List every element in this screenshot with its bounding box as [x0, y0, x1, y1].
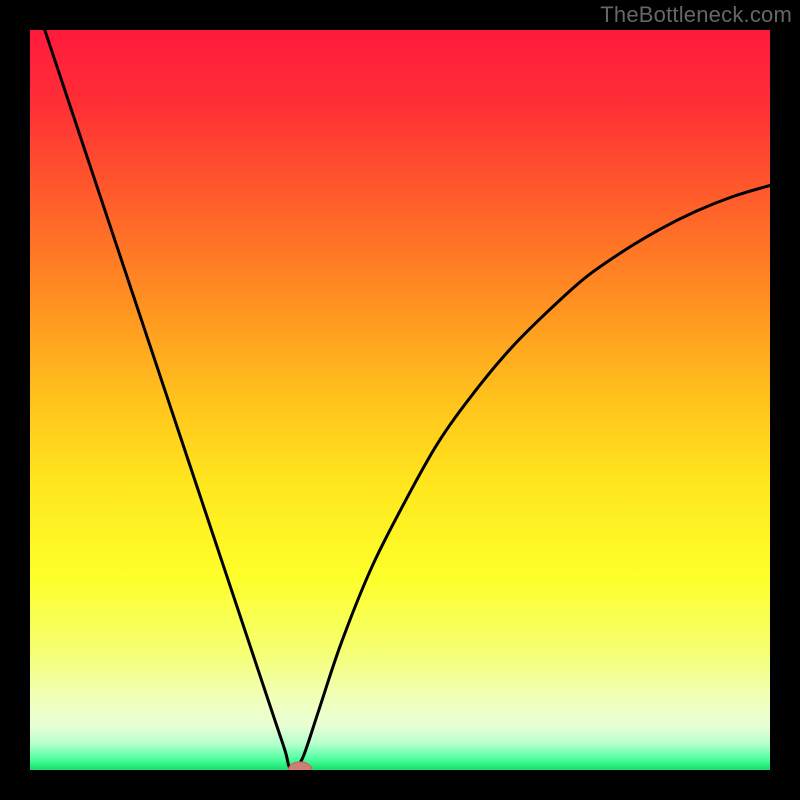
- watermark-text: TheBottleneck.com: [600, 2, 792, 28]
- plot-area: [30, 30, 770, 770]
- bottleneck-chart-svg: [30, 30, 770, 770]
- gradient-background: [30, 30, 770, 770]
- chart-container: TheBottleneck.com: [0, 0, 800, 800]
